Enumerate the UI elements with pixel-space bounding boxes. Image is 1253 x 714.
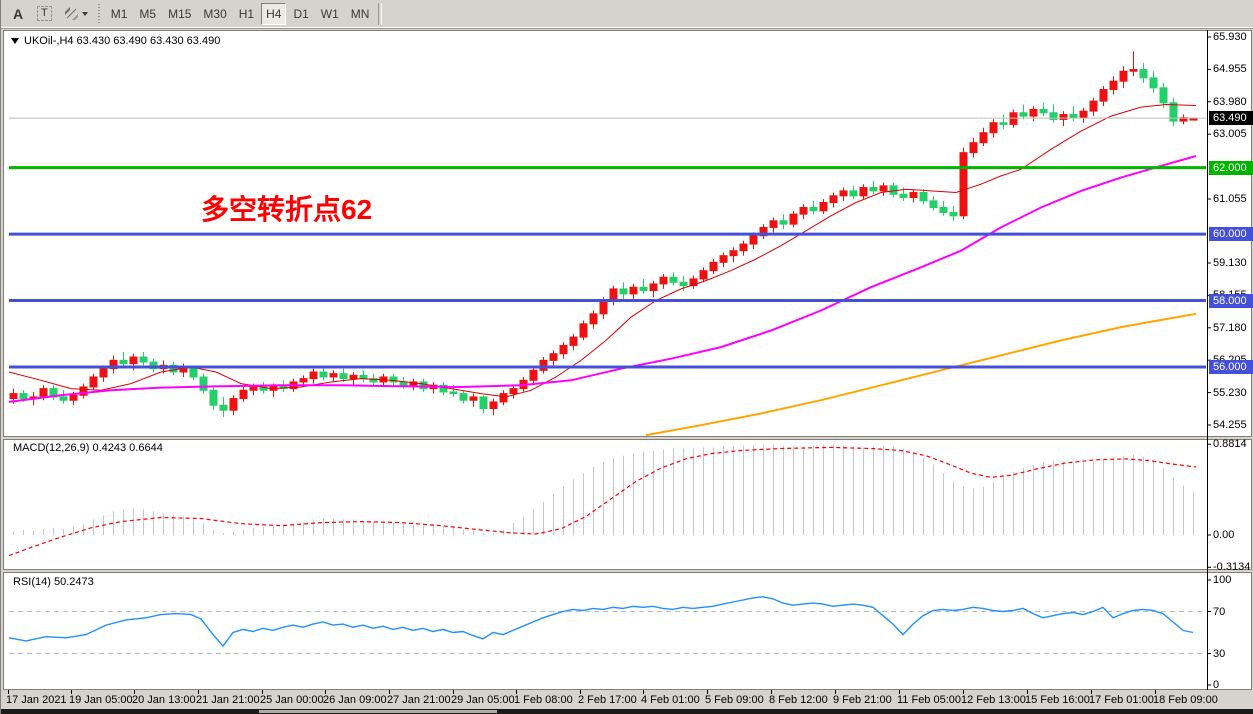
tab-timeframe-d1[interactable]: D1 xyxy=(288,3,313,25)
tab-timeframe-m30[interactable]: M30 xyxy=(198,3,231,25)
main-chart-area[interactable] xyxy=(9,30,1206,436)
tab-timeframe-h4[interactable]: H4 xyxy=(261,3,286,25)
toolbar: A T M1M5M15M30H1H4D1W1MN xyxy=(1,0,1253,28)
tab-timeframe-w1[interactable]: W1 xyxy=(316,3,344,25)
tab-timeframe-m1[interactable]: M1 xyxy=(106,3,133,25)
tab-timeframe-mn[interactable]: MN xyxy=(346,3,375,25)
dropdown-caret-icon xyxy=(82,12,88,16)
text-object-icon: T xyxy=(37,6,52,21)
macd-chart-area[interactable] xyxy=(9,439,1206,569)
price-axis[interactable] xyxy=(1207,30,1253,690)
trading-terminal-window: A T M1M5M15M30H1H4D1W1MN UKOil-,H4 63.43… xyxy=(0,0,1253,714)
rsi-chart-area[interactable] xyxy=(9,572,1206,689)
toolbar-drag-handle[interactable] xyxy=(97,4,102,24)
timeframe-button-group: M1M5M15M30H1H4D1W1MN xyxy=(105,3,376,25)
time-axis[interactable] xyxy=(1,690,1253,709)
diagonal-arrows-icon xyxy=(64,6,79,21)
text-object-tool-button[interactable]: T xyxy=(32,3,57,25)
window-bottom-edge xyxy=(1,709,1253,714)
line-studies-dropdown-button[interactable] xyxy=(59,3,93,25)
toolbar-separator xyxy=(378,3,382,25)
tab-timeframe-m5[interactable]: M5 xyxy=(134,3,161,25)
tab-timeframe-m15[interactable]: M15 xyxy=(163,3,196,25)
tab-timeframe-h1[interactable]: H1 xyxy=(234,3,259,25)
bottom-scrollbar-thumb[interactable] xyxy=(259,710,497,713)
text-label-tool-button[interactable]: A xyxy=(6,3,30,25)
